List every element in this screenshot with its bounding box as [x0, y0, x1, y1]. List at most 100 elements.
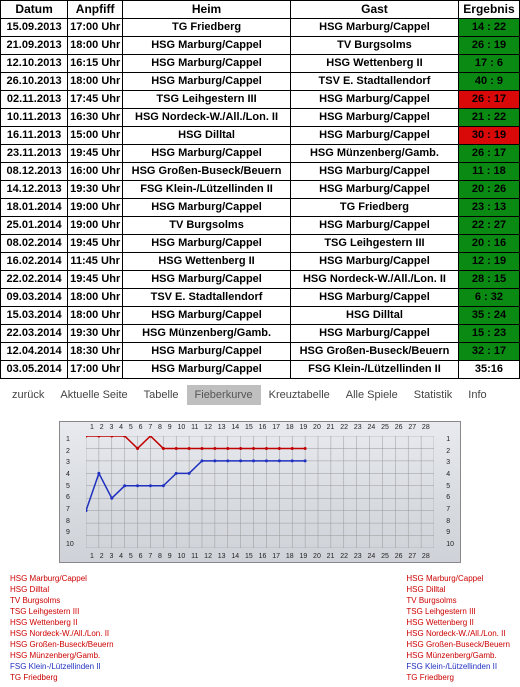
legend-item[interactable]: HSG Großen-Buseck/Beuern: [10, 639, 114, 650]
chart-y-ticks-left: 12345678910: [66, 436, 74, 548]
cell-away: TSG Leihgestern III: [291, 235, 459, 253]
cell-home: HSG Wettenberg II: [123, 253, 291, 271]
cell-away: HSG Marburg/Cappel: [291, 325, 459, 343]
cell-away: HSG Marburg/Cappel: [291, 163, 459, 181]
cell-result: 26 : 17: [458, 145, 519, 163]
cell-home: TV Burgsolms: [123, 217, 291, 235]
legend-item[interactable]: HSG Wettenberg II: [406, 617, 510, 628]
cell-home: HSG Marburg/Cappel: [123, 37, 291, 55]
cell-home: TSG Leihgestern III: [123, 91, 291, 109]
cell-time: 19:30 Uhr: [68, 325, 123, 343]
table-row: 10.11.201316:30 UhrHSG Nordeck-W./All./L…: [1, 109, 520, 127]
col-date: Datum: [1, 1, 68, 19]
legend-item[interactable]: HSG Großen-Buseck/Beuern: [406, 639, 510, 650]
cell-result: 26 : 19: [458, 37, 519, 55]
legend-right: HSG Marburg/CappelHSG DilltalTV Burgsolm…: [406, 573, 510, 683]
cell-result: 6 : 32: [458, 289, 519, 307]
legend-item[interactable]: HSG Münzenberg/Gamb.: [406, 650, 510, 661]
table-row: 23.11.201319:45 UhrHSG Marburg/CappelHSG…: [1, 145, 520, 163]
table-row: 21.09.201318:00 UhrHSG Marburg/CappelTV …: [1, 37, 520, 55]
cell-result: 23 : 13: [458, 199, 519, 217]
cell-home: HSG Dilltal: [123, 127, 291, 145]
tab-zurück[interactable]: zurück: [4, 385, 52, 405]
cell-time: 19:45 Uhr: [68, 235, 123, 253]
cell-result: 30 : 19: [458, 127, 519, 145]
cell-away: HSG Marburg/Cappel: [291, 289, 459, 307]
table-header-row: Datum Anpfiff Heim Gast Ergebnis: [1, 1, 520, 19]
cell-away: HSG Marburg/Cappel: [291, 181, 459, 199]
cell-time: 17:45 Uhr: [68, 91, 123, 109]
cell-time: 15:00 Uhr: [68, 127, 123, 145]
cell-time: 18:30 Uhr: [68, 343, 123, 361]
table-row: 15.09.201317:00 UhrTG FriedbergHSG Marbu…: [1, 19, 520, 37]
cell-result: 40 : 9: [458, 73, 519, 91]
legend-item[interactable]: TG Friedberg: [10, 672, 114, 683]
cell-date: 15.09.2013: [1, 19, 68, 37]
table-row: 02.11.201317:45 UhrTSG Leihgestern IIIHS…: [1, 91, 520, 109]
cell-home: TSV E. Stadtallendorf: [123, 289, 291, 307]
chart-plot: [86, 436, 434, 548]
cell-result: 17 : 6: [458, 55, 519, 73]
cell-time: 16:15 Uhr: [68, 55, 123, 73]
cell-time: 19:45 Uhr: [68, 145, 123, 163]
cell-away: TSV E. Stadtallendorf: [291, 73, 459, 91]
legend-item[interactable]: HSG Münzenberg/Gamb.: [10, 650, 114, 661]
cell-home: HSG Großen-Buseck/Beuern: [123, 163, 291, 181]
legend-item[interactable]: HSG Nordeck-W./All./Lon. II: [406, 628, 510, 639]
legend-item[interactable]: TSG Leihgestern III: [10, 606, 114, 617]
tab-alle-spiele[interactable]: Alle Spiele: [338, 385, 406, 405]
cell-date: 16.02.2014: [1, 253, 68, 271]
legend-item[interactable]: HSG Wettenberg II: [10, 617, 114, 628]
cell-home: FSG Klein-/Lützellinden II: [123, 181, 291, 199]
table-row: 26.10.201318:00 UhrHSG Marburg/CappelTSV…: [1, 73, 520, 91]
cell-date: 08.12.2013: [1, 163, 68, 181]
tab-info[interactable]: Info: [460, 385, 494, 405]
cell-date: 10.11.2013: [1, 109, 68, 127]
cell-time: 18:00 Uhr: [68, 289, 123, 307]
fixtures-table: Datum Anpfiff Heim Gast Ergebnis 15.09.2…: [0, 0, 520, 379]
cell-home: HSG Marburg/Cappel: [123, 235, 291, 253]
cell-home: HSG Nordeck-W./All./Lon. II: [123, 109, 291, 127]
cell-away: HSG Marburg/Cappel: [291, 127, 459, 145]
cell-date: 02.11.2013: [1, 91, 68, 109]
cell-result: 35:16: [458, 361, 519, 379]
chart-y-ticks-right: 12345678910: [446, 436, 454, 548]
table-row: 12.04.201418:30 UhrHSG Marburg/CappelHSG…: [1, 343, 520, 361]
legend-item[interactable]: FSG Klein-/Lützellinden II: [10, 661, 114, 672]
legend-item[interactable]: HSG Marburg/Cappel: [406, 573, 510, 584]
legend-item[interactable]: HSG Nordeck-W./All./Lon. II: [10, 628, 114, 639]
cell-date: 09.03.2014: [1, 289, 68, 307]
legend-item[interactable]: TV Burgsolms: [10, 595, 114, 606]
table-row: 16.02.201411:45 UhrHSG Wettenberg IIHSG …: [1, 253, 520, 271]
cell-away: TV Burgsolms: [291, 37, 459, 55]
table-row: 15.03.201418:00 UhrHSG Marburg/CappelHSG…: [1, 307, 520, 325]
tab-statistik[interactable]: Statistik: [406, 385, 461, 405]
table-row: 08.02.201419:45 UhrHSG Marburg/CappelTSG…: [1, 235, 520, 253]
table-row: 18.01.201419:00 UhrHSG Marburg/CappelTG …: [1, 199, 520, 217]
tab-aktuelle-seite[interactable]: Aktuelle Seite: [52, 385, 135, 405]
legend-item[interactable]: TSG Leihgestern III: [406, 606, 510, 617]
legend-item[interactable]: TG Friedberg: [406, 672, 510, 683]
cell-result: 11 : 18: [458, 163, 519, 181]
table-row: 08.12.201316:00 UhrHSG Großen-Buseck/Beu…: [1, 163, 520, 181]
cell-away: HSG Marburg/Cappel: [291, 91, 459, 109]
legend-item[interactable]: FSG Klein-/Lützellinden II: [406, 661, 510, 672]
tab-kreuztabelle[interactable]: Kreuztabelle: [261, 385, 338, 405]
legend-item[interactable]: HSG Dilltal: [406, 584, 510, 595]
cell-home: HSG Marburg/Cappel: [123, 199, 291, 217]
cell-time: 18:00 Uhr: [68, 307, 123, 325]
table-row: 12.10.201316:15 UhrHSG Marburg/CappelHSG…: [1, 55, 520, 73]
cell-date: 16.11.2013: [1, 127, 68, 145]
legend-item[interactable]: TV Burgsolms: [406, 595, 510, 606]
cell-time: 17:00 Uhr: [68, 19, 123, 37]
table-row: 03.05.201417:00 UhrHSG Marburg/CappelFSG…: [1, 361, 520, 379]
table-row: 09.03.201418:00 UhrTSV E. Stadtallendorf…: [1, 289, 520, 307]
legend-item[interactable]: HSG Marburg/Cappel: [10, 573, 114, 584]
cell-time: 19:45 Uhr: [68, 271, 123, 289]
cell-date: 21.09.2013: [1, 37, 68, 55]
cell-result: 14 : 22: [458, 19, 519, 37]
series-line: [86, 436, 305, 448]
tab-tabelle[interactable]: Tabelle: [136, 385, 187, 405]
tab-fieberkurve[interactable]: Fieberkurve: [187, 385, 261, 405]
legend-item[interactable]: HSG Dilltal: [10, 584, 114, 595]
